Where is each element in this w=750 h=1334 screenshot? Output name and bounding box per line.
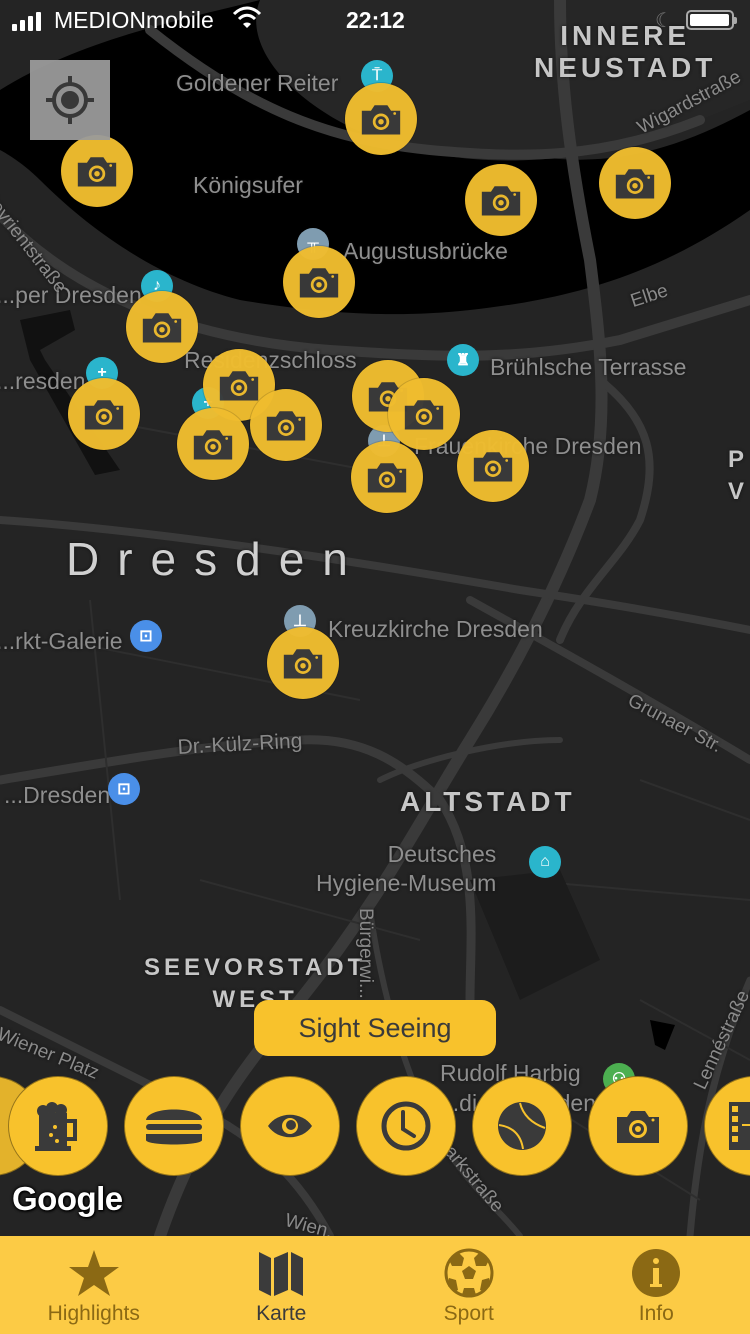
district-text: P V: [728, 446, 749, 505]
photo-pin[interactable]: [351, 441, 423, 513]
category-carousel[interactable]: [0, 1076, 750, 1176]
do-not-disturb-icon: ☾: [655, 10, 673, 32]
burger-icon: [146, 1109, 202, 1145]
place-label: ...per Dresden: [0, 282, 142, 308]
district-label-partial: P V: [728, 444, 748, 508]
place-label: ...resden: [0, 368, 86, 394]
soccer-ball-icon: [444, 1248, 494, 1298]
shopping-icon[interactable]: ⊡: [108, 773, 140, 805]
photo-pin[interactable]: [599, 147, 671, 219]
my-location-icon: [46, 76, 94, 124]
wifi-icon: [232, 6, 262, 28]
photo-pin[interactable]: [68, 378, 140, 450]
my-location-button[interactable]: [30, 60, 110, 140]
category-button-beer[interactable]: [8, 1076, 108, 1176]
clock-time: 22:12: [346, 7, 405, 33]
street-label: Bürgerwi...: [355, 908, 376, 999]
tab-label: Karte: [256, 1302, 307, 1325]
photo-pin[interactable]: [267, 627, 339, 699]
tab-label: Info: [638, 1302, 674, 1325]
battery-icon: [686, 10, 737, 30]
carrier-name: MEDIONmobile: [54, 7, 214, 33]
clock-icon: [381, 1101, 431, 1151]
camera-icon: [142, 313, 182, 343]
camera-icon: [361, 105, 401, 135]
eye-icon: [268, 1114, 312, 1138]
tab-label: Sport: [443, 1302, 494, 1325]
tab-karte[interactable]: Karte: [188, 1236, 376, 1334]
map-view[interactable]: INNERE NEUSTADT ALTSTADT SEEVORSTADT WES…: [0, 0, 750, 1236]
camera-icon: [77, 157, 117, 187]
place-label: Deutsches Hygiene-Museum: [316, 841, 497, 896]
photo-pin[interactable]: [345, 83, 417, 155]
signal-icon: [12, 12, 41, 31]
camera-icon: [367, 463, 407, 493]
place-label: Königsufer: [193, 172, 303, 198]
photo-pin[interactable]: [457, 430, 529, 502]
status-bar: MEDIONmobile 22:12 ☾: [0, 0, 750, 42]
place-label: Brühlsche Terrasse: [490, 354, 687, 380]
camera-icon: [193, 430, 233, 460]
tab-info[interactable]: Info: [563, 1236, 750, 1334]
camera-icon: [481, 186, 521, 216]
category-button-film[interactable]: [704, 1076, 750, 1176]
place-label: ...rkt-Galerie: [0, 628, 123, 654]
camera-icon: [219, 371, 259, 401]
place-label: Kreuzkirche Dresden: [328, 616, 543, 642]
category-button-sightseeing[interactable]: [240, 1076, 340, 1176]
map-icon: [259, 1252, 304, 1296]
tab-bar: Highlights Karte Sport Info: [0, 1236, 750, 1334]
category-button-opening-hours[interactable]: [356, 1076, 456, 1176]
photo-pin[interactable]: [250, 389, 322, 461]
beer-mug-icon: [35, 1102, 77, 1151]
selected-category-label: Sight Seeing: [254, 1000, 496, 1056]
camera-icon: [283, 649, 323, 679]
category-button-sport[interactable]: [472, 1076, 572, 1176]
camera-icon: [299, 268, 339, 298]
google-logo: Google: [12, 1180, 123, 1217]
shopping-icon[interactable]: ⊡: [130, 620, 162, 652]
photo-pin[interactable]: [465, 164, 537, 236]
category-button-food[interactable]: [124, 1076, 224, 1176]
museum-icon[interactable]: ⌂: [529, 846, 561, 878]
city-label: Dresden: [66, 533, 366, 585]
camera-icon: [84, 400, 124, 430]
film-icon: [729, 1102, 750, 1150]
photo-pin[interactable]: [61, 135, 133, 207]
tab-label: Highlights: [47, 1302, 140, 1325]
tab-highlights[interactable]: Highlights: [0, 1236, 188, 1334]
photo-pin[interactable]: [388, 378, 460, 450]
camera-icon: [615, 169, 655, 199]
camera-icon: [473, 452, 513, 482]
camera-icon: [617, 1111, 659, 1143]
category-button-photo[interactable]: [588, 1076, 688, 1176]
place-label: Goldener Reiter: [176, 70, 339, 96]
castle-icon[interactable]: ♜: [447, 344, 479, 376]
ball-icon: [498, 1102, 546, 1150]
photo-pin[interactable]: [126, 291, 198, 363]
place-label: ...Dresden: [4, 782, 111, 808]
info-icon: [632, 1249, 681, 1297]
photo-pin[interactable]: [177, 408, 249, 480]
place-label: Augustusbrücke: [343, 238, 508, 264]
district-label-altstadt: ALTSTADT: [400, 786, 576, 817]
camera-icon: [404, 400, 444, 430]
star-icon: [68, 1250, 119, 1296]
photo-pin[interactable]: [283, 246, 355, 318]
tab-sport[interactable]: Sport: [375, 1236, 563, 1334]
camera-icon: [266, 411, 306, 441]
